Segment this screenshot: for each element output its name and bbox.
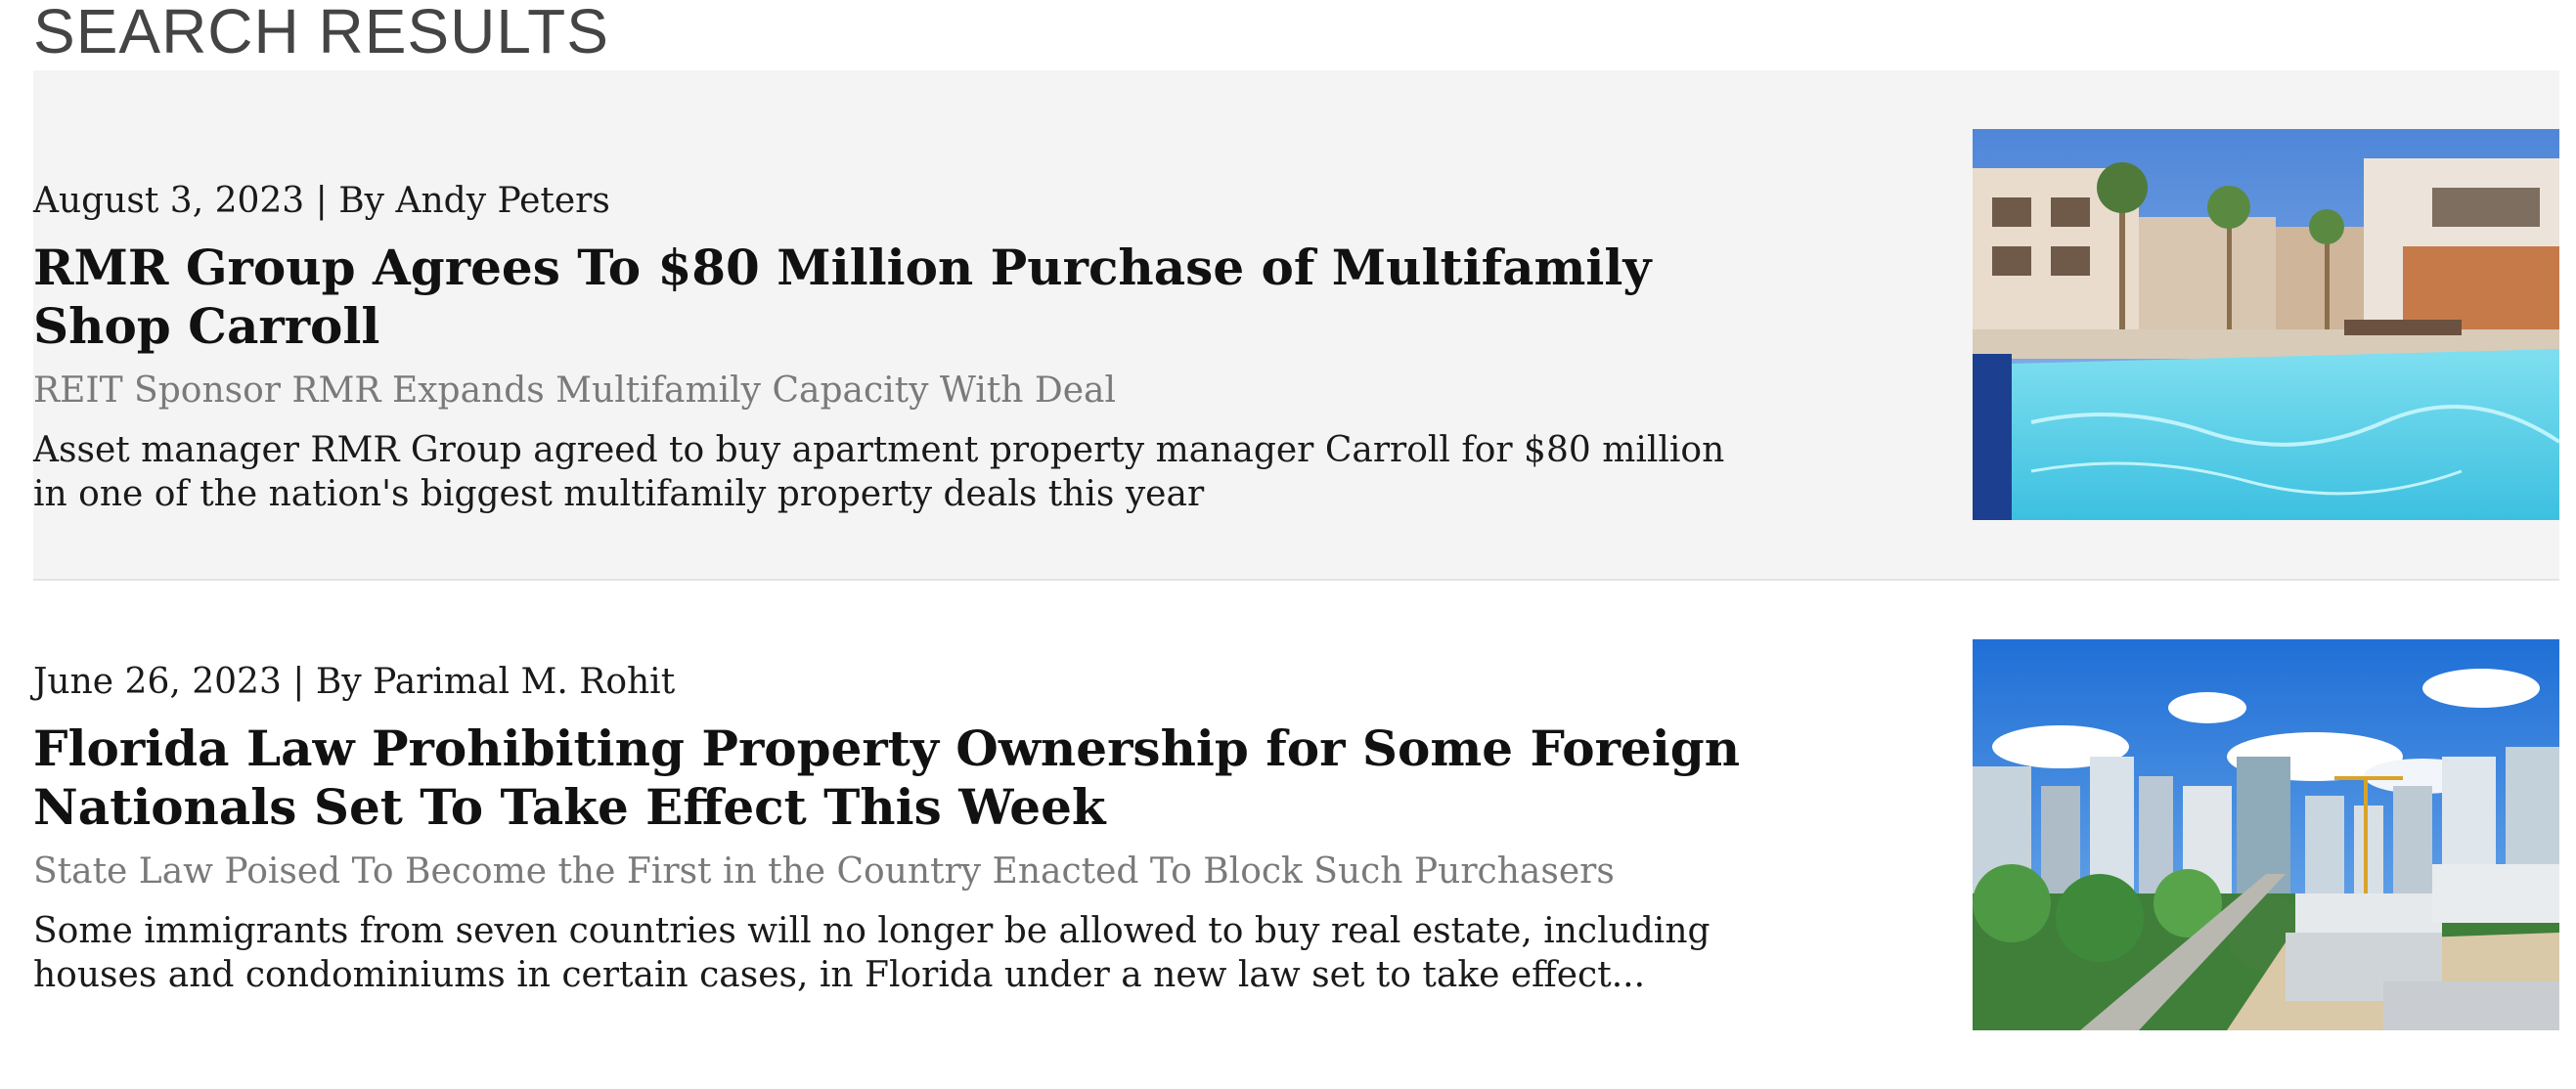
apartment-pool-photo[interactable] xyxy=(1973,129,2559,520)
result-subhead: REIT Sponsor RMR Expands Multifamily Cap… xyxy=(33,370,1117,411)
result-meta: August 3, 2023 | By Andy Peters xyxy=(33,181,610,221)
search-result-item[interactable]: August 3, 2023 | By Andy Peters RMR Grou… xyxy=(33,70,2559,581)
result-headline-link[interactable]: RMR Group Agrees To $80 Million Purchase… xyxy=(33,239,1754,356)
result-meta: June 26, 2023 | By Parimal M. Rohit xyxy=(33,662,676,702)
page-title: SEARCH RESULTS xyxy=(33,0,609,66)
search-result-item[interactable]: June 26, 2023 | By Parimal M. Rohit Flor… xyxy=(33,581,2559,1089)
city-skyline-photo[interactable] xyxy=(1973,639,2559,1030)
search-results-page: SEARCH RESULTS August 3, 2023 | By Andy … xyxy=(0,0,2576,1089)
result-text: August 3, 2023 | By Andy Peters RMR Grou… xyxy=(33,178,1754,516)
result-summary: Asset manager RMR Group agreed to buy ap… xyxy=(33,430,1725,514)
result-text: June 26, 2023 | By Parimal M. Rohit Flor… xyxy=(33,659,1754,997)
result-headline-link[interactable]: Florida Law Prohibiting Property Ownersh… xyxy=(33,719,1754,837)
result-subhead: State Law Poised To Become the First in … xyxy=(33,851,1615,892)
result-summary: Some immigrants from seven countries wil… xyxy=(33,911,1710,995)
